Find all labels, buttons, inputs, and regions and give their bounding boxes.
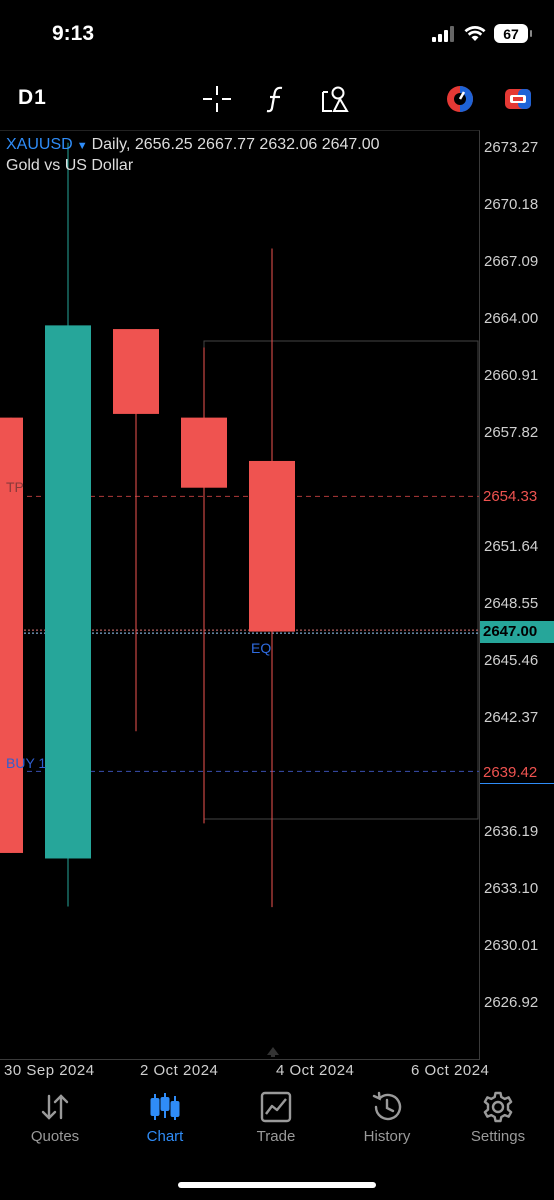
candle-body: [181, 417, 227, 488]
price-tick: 2630.01: [484, 937, 539, 954]
history-icon: [372, 1091, 402, 1121]
tp-price-tag: 2654.33: [480, 486, 554, 508]
price-tick: 2648.55: [484, 595, 539, 612]
eq-label: EQ: [251, 640, 272, 656]
symbol-period: Daily,: [91, 136, 131, 153]
trade-icon: [260, 1091, 292, 1123]
tab-label: Chart: [146, 1128, 184, 1145]
price-tick: 2626.92: [484, 994, 539, 1011]
tab-label: Quotes: [30, 1128, 80, 1145]
date-tick: 4 Oct 2024: [276, 1062, 355, 1079]
symbol-header[interactable]: XAUUSD ▼ Daily, 2656.25 2667.77 2632.06 26…: [6, 136, 380, 154]
buy-price-tag: 2639.42: [480, 762, 554, 784]
status-icons: 67: [432, 24, 532, 43]
symbol-dropdown-icon[interactable]: ▼: [77, 140, 88, 152]
scroll-handle-icon[interactable]: [265, 1046, 281, 1058]
current-price-tag: 2647.00: [480, 621, 554, 643]
price-tick: 2636.19: [484, 823, 539, 840]
chart-icon: [150, 1093, 180, 1120]
symbol-name[interactable]: XAUUSD: [6, 136, 73, 153]
app-screen: 9:13 67 D1 XAUUSD ▼ Daily, 2656.25 2667.…: [0, 0, 554, 1200]
crosshair-icon[interactable]: [201, 84, 233, 114]
symbol-description: Gold vs US Dollar: [6, 157, 134, 174]
price-tick: 2673.27: [484, 139, 539, 156]
candle-body: [45, 325, 91, 859]
price-tick: 2664.00: [484, 310, 539, 327]
price-tick: 2645.46: [484, 652, 539, 669]
price-tick: 2657.82: [484, 424, 539, 441]
battery-icon: 67: [494, 24, 532, 43]
candle-body: [249, 460, 295, 632]
tab-label: Settings: [470, 1128, 526, 1145]
wifi-icon: [464, 25, 486, 41]
timeframe-selector[interactable]: D1: [18, 86, 47, 110]
account-status-icon[interactable]: [444, 84, 476, 114]
indicators-icon[interactable]: [261, 84, 293, 114]
quotes-icon: [41, 1094, 69, 1120]
price-tick: 2670.18: [484, 196, 539, 213]
tp-line-label: TP: [6, 479, 24, 495]
home-indicator[interactable]: [178, 1182, 376, 1188]
settings-icon: [483, 1091, 513, 1123]
price-tick: 2633.10: [484, 880, 539, 897]
date-tick: 30 Sep 2024: [4, 1062, 95, 1079]
price-chart: [0, 142, 479, 908]
tab-history[interactable]: History: [332, 1090, 442, 1145]
price-tick: 2651.64: [484, 538, 539, 555]
symbol-ohlc: 2656.25 2667.77 2632.06 2647.00: [134, 136, 380, 153]
candle-body: [113, 329, 159, 414]
tab-settings[interactable]: Settings: [443, 1090, 553, 1145]
tab-chart[interactable]: Chart: [110, 1090, 220, 1145]
range-box: [203, 340, 479, 820]
date-tick: 6 Oct 2024: [411, 1062, 490, 1079]
tab-label: Trade: [256, 1128, 296, 1145]
price-tick: 2660.91: [484, 367, 539, 384]
objects-icon[interactable]: [320, 84, 352, 114]
price-tick: 2642.37: [484, 709, 539, 726]
price-tick: 2667.09: [484, 253, 539, 270]
cellular-signal-icon: [432, 25, 454, 42]
status-time: 9:13: [52, 22, 95, 45]
tab-trade[interactable]: Trade: [221, 1090, 331, 1145]
buy-line-label: BUY 1: [6, 755, 47, 771]
tab-label: History: [363, 1128, 411, 1145]
tab-quotes[interactable]: Quotes: [0, 1090, 110, 1145]
one-click-trading-icon[interactable]: [502, 84, 534, 114]
date-tick: 2 Oct 2024: [140, 1062, 219, 1079]
